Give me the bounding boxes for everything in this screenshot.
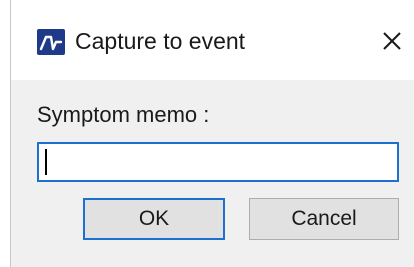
- waveform-app-icon: [37, 29, 65, 55]
- title-bar: Capture to event: [11, 0, 414, 80]
- ok-button[interactable]: OK: [83, 198, 225, 240]
- cancel-button[interactable]: Cancel: [249, 198, 399, 240]
- text-caret: [45, 149, 47, 175]
- symptom-memo-input[interactable]: [37, 142, 399, 182]
- close-button[interactable]: [375, 24, 409, 58]
- capture-dialog: Capture to event Symptom memo : OK Cance…: [10, 0, 414, 267]
- symptom-memo-label: Symptom memo :: [37, 102, 210, 127]
- window-title: Capture to event: [75, 28, 246, 54]
- close-icon: [383, 32, 401, 50]
